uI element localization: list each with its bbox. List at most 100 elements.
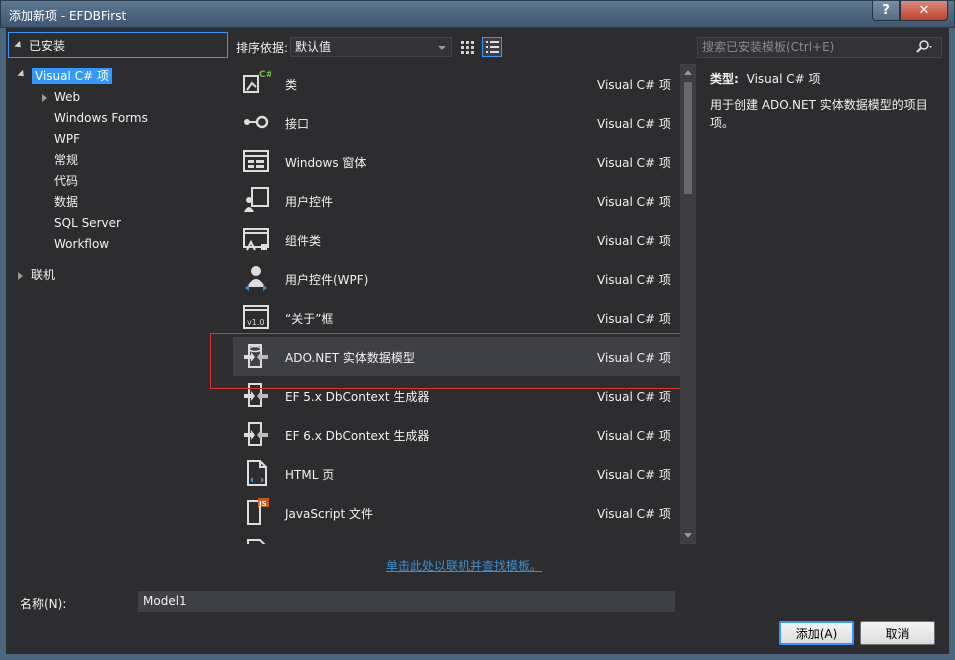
about-box-icon: v1.0 <box>243 305 269 329</box>
tree-item-data[interactable]: 数据 <box>54 192 78 213</box>
svg-text:C#: C# <box>259 70 271 80</box>
template-item[interactable]: 接口 Visual C# 项 <box>233 103 680 142</box>
template-item[interactable]: v1.0 “关于”框 Visual C# 项 <box>233 298 680 337</box>
collapse-arrow-icon[interactable] <box>18 272 23 280</box>
template-item[interactable]: 用户控件 Visual C# 项 <box>233 181 680 220</box>
online-templates-link[interactable]: 单击此处以联机并查找模板。 <box>386 557 542 574</box>
tree-item-wpf[interactable]: WPF <box>54 129 80 150</box>
template-name: 用户控件(WPF) <box>285 273 369 287</box>
add-button-label: 添加(A) <box>795 626 838 641</box>
search-icon[interactable] <box>915 39 935 55</box>
tree-item-label: 数据 <box>54 195 79 209</box>
template-name: 用户控件 <box>285 195 334 209</box>
template-category: Visual C# 项 <box>597 312 671 326</box>
tree-item-workflow[interactable]: Workflow <box>54 234 109 255</box>
template-name: “关于”框 <box>285 312 334 326</box>
template-category: Visual C# 项 <box>597 273 671 287</box>
template-name: EF 6.x DbContext 生成器 <box>285 429 430 443</box>
template-category: Visual C# 项 <box>597 507 671 521</box>
list-view-icon <box>486 41 499 53</box>
template-name: Windows 窗体 <box>285 156 367 170</box>
list-view-button[interactable] <box>482 37 502 57</box>
template-list: C# 类 Visual C# 项 接口 Visual C# 项 Windows … <box>233 64 680 544</box>
template-category: Visual C# 项 <box>597 156 671 170</box>
template-item[interactable]: 组件类 Visual C# 项 <box>233 220 680 259</box>
template-category: Visual C# 项 <box>597 78 671 92</box>
tree-item-label: Visual C# 项 <box>32 68 112 84</box>
user-control-icon <box>244 187 269 212</box>
scroll-up-icon[interactable] <box>684 70 692 75</box>
tree-item-label: 代码 <box>54 174 79 188</box>
installed-header[interactable]: 已安装 <box>8 32 228 58</box>
grid-view-icon <box>461 41 474 54</box>
help-icon: ? <box>882 3 890 18</box>
tree-item-windows-forms[interactable]: Windows Forms <box>54 108 148 129</box>
ef-generator-icon <box>244 422 268 446</box>
window-title: 添加新项 - EFDBFirst <box>9 9 127 23</box>
tree-item-label: WPF <box>54 132 81 146</box>
sort-dropdown[interactable]: 默认值 <box>290 37 452 57</box>
tree-item-web[interactable]: Web <box>54 87 80 108</box>
list-scrollbar[interactable] <box>680 64 696 544</box>
cancel-button-label: 取消 <box>885 626 910 641</box>
close-button[interactable]: ✕ <box>900 1 948 21</box>
svg-text:JS: JS <box>258 500 267 508</box>
tree-item-sql-server[interactable]: SQL Server <box>54 213 121 234</box>
name-label: 名称(N): <box>20 597 67 611</box>
interface-icon <box>244 115 269 129</box>
template-category: Visual C# 项 <box>597 390 671 404</box>
name-value: Model1 <box>143 594 187 608</box>
html-page-icon <box>247 460 267 486</box>
close-icon: ✕ <box>918 3 930 18</box>
name-input[interactable]: Model1 <box>138 591 675 612</box>
template-item[interactable]: EF 6.x DbContext 生成器 Visual C# 项 <box>233 415 680 454</box>
wpf-user-control-icon <box>245 266 267 291</box>
template-name: 类 <box>285 78 298 92</box>
expand-arrow-icon <box>14 40 24 50</box>
installed-label: 已安装 <box>29 38 66 53</box>
tree-item-general[interactable]: 常规 <box>54 150 78 171</box>
search-placeholder: 搜索已安装模板(Ctrl+E) <box>702 40 835 54</box>
tree-item-label: 常规 <box>54 153 79 167</box>
tree-item-label: 联机 <box>31 268 56 282</box>
template-item[interactable]: 用户控件(WPF) Visual C# 项 <box>233 259 680 298</box>
tree-item-label: Workflow <box>54 237 110 251</box>
sort-label: 排序依据: <box>236 41 289 55</box>
cancel-button[interactable]: 取消 <box>860 621 935 645</box>
tree-item-label: SQL Server <box>54 216 121 230</box>
template-category: Visual C# 项 <box>597 429 671 443</box>
file-icon <box>247 539 266 544</box>
collapse-arrow-icon[interactable] <box>42 94 47 102</box>
small-icons-view-button[interactable] <box>457 37 477 57</box>
tree-item-label: Web <box>54 90 81 104</box>
javascript-file-icon: JS <box>247 498 269 525</box>
tree-item-code[interactable]: 代码 <box>54 171 78 192</box>
tree-item-online[interactable]: 联机 <box>31 265 55 286</box>
help-button[interactable]: ? <box>872 1 900 21</box>
template-item[interactable]: HTML 页 Visual C# 项 <box>233 454 680 493</box>
expand-arrow-icon[interactable] <box>17 69 27 80</box>
template-item[interactable]: Windows 窗体 Visual C# 项 <box>233 142 680 181</box>
scroll-down-icon[interactable] <box>684 533 692 538</box>
search-input[interactable]: 搜索已安装模板(Ctrl+E) <box>697 37 942 58</box>
scrollbar-thumb[interactable] <box>684 82 692 194</box>
template-category: Visual C# 项 <box>597 117 671 131</box>
chevron-down-icon <box>438 46 446 50</box>
svg-text:v1.0: v1.0 <box>247 318 264 327</box>
template-name: 组件类 <box>285 234 322 248</box>
detail-description: 用于创建 ADO.NET 实体数据模型的项目项。 <box>710 98 928 130</box>
component-class-icon <box>243 228 269 251</box>
windows-form-icon <box>243 150 269 172</box>
template-item-partial[interactable] <box>233 532 680 544</box>
class-icon: C# <box>243 70 271 93</box>
template-name: EF 5.x DbContext 生成器 <box>285 390 430 404</box>
add-button[interactable]: 添加(A) <box>779 621 854 645</box>
detail-type: 类型: Visual C# 项 <box>710 70 940 88</box>
template-name: JavaScript 文件 <box>285 507 373 521</box>
detail-pane: 类型: Visual C# 项 用于创建 ADO.NET 实体数据模型的项目项。 <box>710 70 940 132</box>
selection-highlight-box <box>210 333 687 389</box>
title-bar: 添加新项 - EFDBFirst ? ✕ <box>0 0 955 28</box>
template-item[interactable]: JS JavaScript 文件 Visual C# 项 <box>233 493 680 532</box>
tree-item-visual-csharp[interactable]: Visual C# 项 <box>32 66 112 87</box>
template-item[interactable]: C# 类 Visual C# 项 <box>233 64 680 103</box>
